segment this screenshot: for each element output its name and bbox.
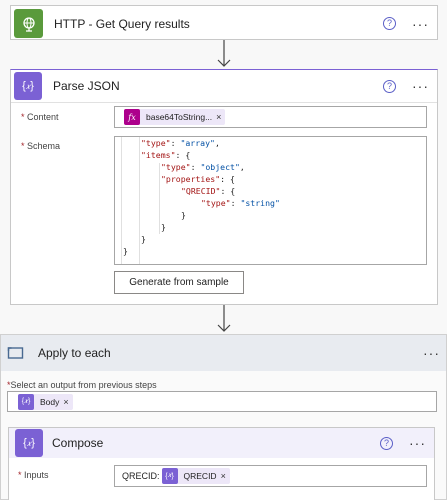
more-options-icon[interactable]: ··· — [423, 346, 440, 360]
apply-to-each-title: Apply to each — [38, 346, 111, 360]
qrecid-token[interactable]: {𝑥} QRECID × — [161, 468, 230, 484]
inputs-prefix-text: QRECID: — [122, 471, 160, 481]
schema-line: "QRECID": { — [181, 186, 236, 196]
schema-line: } — [161, 222, 166, 232]
schema-label: * Schema — [21, 141, 61, 151]
more-options-icon[interactable]: ··· — [412, 79, 429, 93]
content-label: * Content — [21, 112, 59, 122]
data-operation-icon: {𝑥} — [14, 72, 42, 100]
schema-line: "type": "string" — [201, 198, 280, 208]
select-output-label: *Select an output from previous steps — [7, 380, 157, 390]
compose-title: Compose — [52, 436, 104, 450]
schema-line: } — [123, 246, 128, 256]
flow-arrow-icon — [217, 305, 231, 332]
content-field[interactable]: fx base64ToString... × — [114, 106, 427, 128]
more-options-icon[interactable]: ··· — [409, 436, 426, 450]
schema-line: "properties": { — [161, 174, 235, 184]
apply-to-each-card: Apply to each ··· *Select an output from… — [0, 334, 447, 500]
help-icon[interactable]: ? — [383, 17, 396, 30]
compose-card: {𝑥} Compose ? ··· * Inputs QRECID: {𝑥} Q… — [8, 427, 435, 500]
remove-token-icon[interactable]: × — [63, 397, 72, 407]
parse-json-card: {𝑥} Parse JSON ? ··· * Content fx base64… — [10, 69, 438, 305]
help-icon[interactable]: ? — [380, 436, 393, 450]
data-operation-icon: {𝑥} — [15, 429, 43, 457]
body-token[interactable]: {𝑥} Body × — [18, 393, 73, 410]
generate-from-sample-button[interactable]: Generate from sample — [114, 271, 244, 294]
loop-icon — [5, 343, 25, 363]
data-operation-icon: {𝑥} — [161, 468, 178, 484]
help-icon[interactable]: ? — [383, 79, 396, 93]
select-output-field[interactable]: {𝑥} Body × — [7, 391, 437, 412]
http-action-card[interactable]: HTTP - Get Query results ? ··· — [10, 5, 438, 40]
remove-token-icon[interactable]: × — [221, 471, 230, 481]
inputs-label: * Inputs — [18, 470, 49, 480]
schema-editor[interactable]: "type": "array", "items": { "type": "obj… — [114, 136, 427, 265]
schema-line: } — [141, 234, 146, 244]
fx-icon: fx — [124, 109, 140, 125]
data-operation-icon: {𝑥} — [18, 393, 34, 410]
remove-token-icon[interactable]: × — [216, 112, 225, 122]
schema-line: } — [181, 210, 186, 220]
schema-line: "type": "array", — [141, 138, 220, 148]
http-action-title: HTTP - Get Query results — [54, 16, 190, 31]
flow-arrow-icon — [217, 40, 231, 67]
parse-json-title: Parse JSON — [53, 79, 120, 93]
content-token[interactable]: fx base64ToString... × — [124, 109, 226, 125]
schema-line: "type": "object", — [161, 162, 245, 172]
more-options-icon[interactable]: ··· — [412, 17, 429, 31]
globe-icon — [14, 9, 43, 38]
schema-line: "items": { — [141, 150, 191, 160]
inputs-field[interactable]: QRECID: {𝑥} QRECID × — [114, 465, 427, 487]
